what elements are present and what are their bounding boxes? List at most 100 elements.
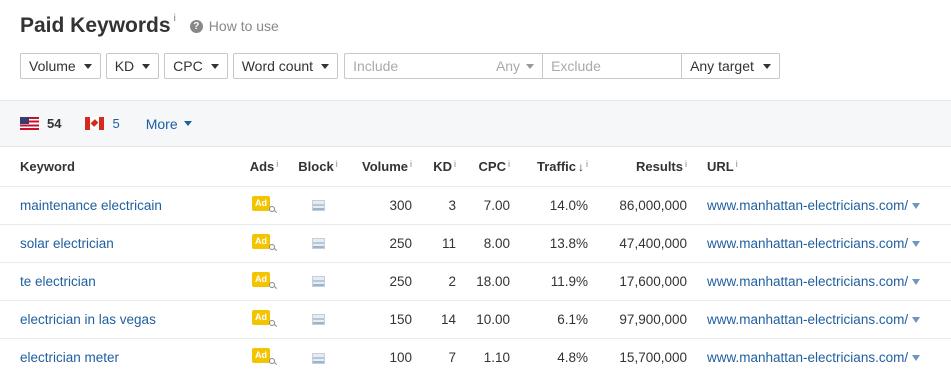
chevron-down-icon [321,63,330,69]
column-header-kd[interactable]: KD i [418,148,462,186]
column-header-volume[interactable]: Volume i [348,148,418,186]
ad-label: Ad [252,271,270,287]
results-value: 86,000,000 [596,185,691,224]
canada-flag-icon[interactable] [85,117,105,130]
keyword-link[interactable]: solar electrician [0,223,240,262]
url-link[interactable]: www.manhattan-electricians.com/ [707,312,908,327]
serp-block-icon[interactable] [311,314,325,326]
keyword-link[interactable]: electrician in las vegas [0,299,240,338]
magnifier-icon [269,357,275,364]
info-icon[interactable]: i [410,159,412,169]
cpc-value: 8.00 [462,223,516,262]
cpc-value: 7.00 [462,185,516,224]
ad-preview-badge[interactable]: Ad [252,347,276,365]
column-header-keyword[interactable]: Keyword [0,148,240,186]
info-icon[interactable]: i [736,159,738,169]
results-value: 97,900,000 [596,299,691,338]
url-dropdown-icon[interactable] [912,355,921,362]
results-value: 17,600,000 [596,261,691,300]
block-cell [288,223,348,262]
more-countries-button[interactable]: More [146,116,192,132]
chevron-down-icon [526,63,535,69]
exclude-input[interactable]: Exclude [543,54,683,78]
keyword-link[interactable]: te electrician [0,261,240,300]
country-count-us[interactable]: 54 [47,116,61,131]
word-count-filter-label: Word count [241,58,314,74]
kd-value: 7 [418,337,462,376]
url-dropdown-icon[interactable] [912,316,921,323]
url-link[interactable]: www.manhattan-electricians.com/ [707,198,908,213]
country-bar: 54 5 More [0,100,951,147]
target-dropdown[interactable]: Any target [682,54,779,78]
info-icon[interactable]: i [685,159,687,169]
volume-value: 250 [348,223,418,262]
column-header-cpc[interactable]: CPC i [462,148,516,186]
table-row: maintenance electricain Ad 300 3 7.00 14.0% 86… [0,185,951,224]
column-header-traffic[interactable]: Traffic ↓ i [516,148,596,186]
title-info-icon[interactable]: i [174,12,176,26]
info-icon[interactable]: i [508,159,510,169]
ad-preview-badge[interactable]: Ad [252,309,276,327]
volume-value: 250 [348,261,418,300]
ad-preview-badge[interactable]: Ad [252,271,276,289]
cpc-value: 10.00 [462,299,516,338]
include-mode-label: Any [495,58,521,74]
info-icon[interactable]: i [586,159,588,169]
results-value: 47,400,000 [596,223,691,262]
serp-block-icon[interactable] [311,276,325,288]
country-count-ca[interactable]: 5 [112,116,119,131]
kd-filter-dropdown[interactable]: KD [105,53,160,79]
serp-block-icon[interactable] [311,200,325,212]
url-link[interactable]: www.manhattan-electricians.com/ [707,350,908,365]
column-header-block[interactable]: Block i [288,148,348,186]
magnifier-icon [269,205,275,212]
volume-value: 150 [348,299,418,338]
block-cell [288,185,348,224]
url-dropdown-icon[interactable] [912,202,921,209]
info-icon[interactable]: i [336,159,338,169]
table-row: te electrician Ad 250 2 18.00 11.9% 17,600,000… [0,261,951,300]
ad-preview-badge[interactable]: Ad [252,233,276,251]
table-row: electrician in las vegas Ad 150 14 10.00 6.1%… [0,299,951,338]
keyword-link[interactable]: electrician meter [0,337,240,376]
column-header-results[interactable]: Results i [596,148,691,186]
exclude-placeholder: Exclude [551,58,601,74]
serp-block-icon[interactable] [311,352,325,364]
block-cell [288,337,348,376]
url-cell: www.manhattan-electricians.com/ [691,337,951,376]
kd-filter-label: KD [114,58,135,74]
cpc-filter-dropdown[interactable]: CPC [164,53,228,79]
volume-value: 300 [348,185,418,224]
table-header-row: Keyword Ads i Block i Volume i KD i CPC i Tra… [0,148,951,186]
more-label: More [145,115,178,132]
table-row: electrician meter Ad 100 7 1.10 4.8% 15,700,00… [0,337,951,376]
url-link[interactable]: www.manhattan-electricians.com/ [707,236,908,251]
us-flag-icon[interactable] [20,117,39,130]
column-header-url[interactable]: URL i [691,148,951,186]
traffic-value: 13.8% [516,223,596,262]
info-icon[interactable]: i [276,159,278,169]
url-cell: www.manhattan-electricians.com/ [691,185,951,224]
include-input[interactable]: Include Any [345,54,544,78]
target-label: Any target [690,58,754,74]
word-count-filter-dropdown[interactable]: Word count [232,53,339,79]
traffic-value: 14.0% [516,185,596,224]
how-to-use-link[interactable]: ? How to use [189,18,279,34]
ad-preview-badge[interactable]: Ad [252,195,276,213]
info-icon[interactable]: i [454,159,456,169]
kd-value: 2 [418,261,462,300]
url-link[interactable]: www.manhattan-electricians.com/ [707,274,908,289]
serp-block-icon[interactable] [311,238,325,250]
column-header-ads[interactable]: Ads i [240,148,288,186]
url-cell: www.manhattan-electricians.com/ [691,261,951,300]
results-value: 15,700,000 [596,337,691,376]
keyword-link[interactable]: maintenance electricain [0,185,240,224]
url-dropdown-icon[interactable] [912,278,921,285]
volume-value: 100 [348,337,418,376]
include-mode-dropdown[interactable]: Any [495,58,535,74]
url-dropdown-icon[interactable] [912,240,921,247]
how-to-use-label: How to use [208,18,279,34]
help-icon: ? [189,19,203,33]
volume-filter-dropdown[interactable]: Volume [20,53,101,79]
ads-cell: Ad [240,223,288,262]
